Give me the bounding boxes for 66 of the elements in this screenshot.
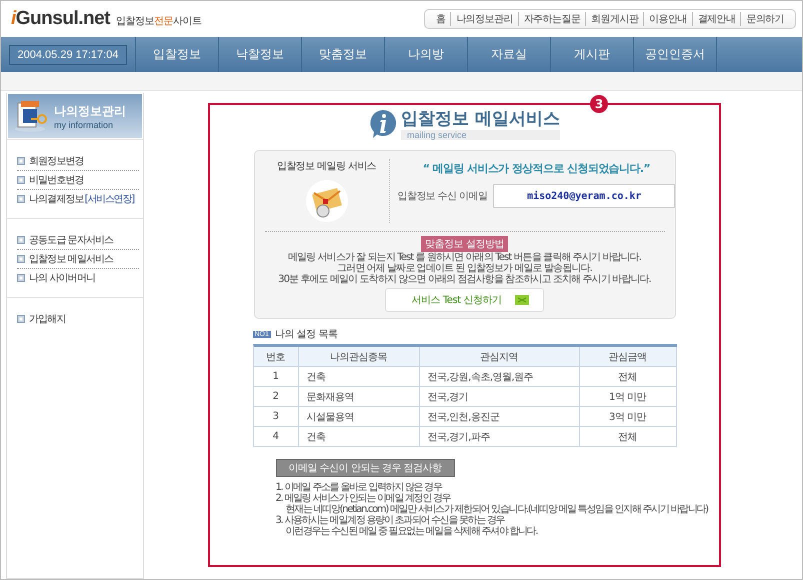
sidebar-title: 나의정보관리 (54, 102, 126, 120)
column-header: 관심지역 (420, 347, 580, 367)
folder-key-icon (14, 99, 50, 133)
info-icon (369, 108, 398, 138)
table-cell: 시설물용역 (298, 407, 420, 427)
table-cell: 전국,인천,옹진군 (420, 407, 580, 427)
bullet-icon (17, 274, 25, 282)
email-field[interactable]: miso240@yeram.co.kr (493, 184, 676, 208)
bullet-icon (17, 157, 25, 165)
settings-title: 나의 설정 목록 (274, 328, 338, 341)
email-label: 입찰정보 수신 이메일 (398, 190, 488, 203)
sidebar-link[interactable]: 비밀번호변경 (29, 173, 84, 187)
top-link[interactable]: 나의정보관리 (450, 12, 518, 26)
table-cell: 전국,경기,파주 (420, 427, 580, 447)
site-tagline: 입찰정보전문사이트 (116, 15, 202, 28)
test-button[interactable]: 서비스 Test 신청하기 (384, 288, 544, 312)
column-header: 나의관심종목 (298, 347, 420, 367)
sidebar-link[interactable]: 회원정보변경 (29, 154, 84, 168)
top-link[interactable]: 문의하기 (740, 12, 789, 26)
table-cell: 전국,경기 (420, 387, 580, 407)
success-message: “ 메일링 서비스가 정상적으로 신청되었습니다.” (422, 161, 650, 176)
checklist-item: 1. 이메일 주소를 올바로 입력하지 않은 경우 (276, 482, 442, 493)
checklist-note: 이런경우는 수신된 메일 중 필요없는 메일을 삭제해 주셔야 합니다. (284, 526, 538, 537)
bullet-icon (17, 176, 25, 184)
column-header: 번호 (254, 347, 298, 367)
bullet-icon (17, 236, 25, 244)
checklist-note: 현재는 네띠앙(netian.com) 메일만 서비스가 제한되어 있습니다.(네띠앙 메일 특성임을 인지해 주시기 바랍니다) (284, 504, 708, 515)
top-link[interactable]: 이용안내 (643, 12, 692, 26)
howto-heading: 맞춤정보 설정방법 (421, 236, 508, 252)
sidebar-link[interactable]: 가입해지 (29, 312, 66, 326)
table-cell: 전체 (580, 427, 676, 447)
page-subtitle: mailing service (401, 130, 560, 140)
bullet-icon (17, 195, 25, 203)
top-link[interactable]: 회원게시판 (585, 12, 644, 26)
howto-text: 메일링 서비스가 잘 되는지 Test 를 원하시면 아래의 Test 버튼을 클릭해 주시기 바랍니다. 그러면 어제 날짜로 업데이트 된 입찰정보가 메일로 발송됩니다. 30분 후에도 메일이 도착하지 않으면 아래의 점검사항을 참조하시고 조치해 주시기 바랍니다. (278, 252, 651, 285)
step-marker: 3 (590, 95, 608, 113)
sidebar-subtitle: my information (54, 120, 114, 130)
extend-link[interactable]: [서비스연장] (84, 192, 134, 206)
table-cell: 건축 (298, 367, 420, 387)
table-cell: 문화재용역 (298, 387, 420, 407)
sidebar-link[interactable]: 입찰정보 메일서비스 (29, 252, 114, 266)
checklist-item: 2. 메일링 서비스가 안되는 이메일 계정인 경우 (276, 493, 450, 504)
table-cell: 3억 미만 (580, 407, 676, 427)
sidebar-link[interactable]: 나의 사이버머니 (29, 271, 95, 285)
service-label: 입찰정보 메일링 서비스 (276, 160, 376, 173)
bullet-icon (17, 315, 25, 323)
table-cell: 1억 미만 (580, 387, 676, 407)
page-title: 입찰정보 메일서비스 (401, 108, 560, 130)
table-cell: 전체 (580, 367, 676, 387)
sidebar-link[interactable]: 공동도급 문자서비스 (29, 233, 114, 247)
sidebar-link[interactable]: 나의결제정보 (29, 192, 84, 206)
table-cell: 2 (254, 387, 298, 407)
checklist-item: 3. 사용하시는 메일계정 용량이 초과되어 수신을 못하는 경우 (276, 515, 504, 526)
table-cell: 4 (254, 427, 298, 447)
table-cell: 3 (254, 407, 298, 427)
column-header: 관심금액 (580, 347, 676, 367)
top-link[interactable]: 자주하는질문 (518, 12, 586, 26)
bullet-icon (17, 255, 25, 263)
site-logo[interactable]: iGunsul.net (11, 8, 110, 30)
table-cell: 1 (254, 367, 298, 387)
top-link[interactable]: 결제안내 (692, 12, 740, 26)
top-link[interactable]: 홈 (430, 12, 450, 26)
table-cell: 건축 (298, 427, 420, 447)
checklist-heading: 이메일 수신이 안되는 경우 점검사항 (276, 459, 455, 477)
table-cell: 전국,강원,속초,영월,원주 (420, 367, 580, 387)
clock-display: 2004.05.29 17:17:04 (8, 44, 128, 64)
